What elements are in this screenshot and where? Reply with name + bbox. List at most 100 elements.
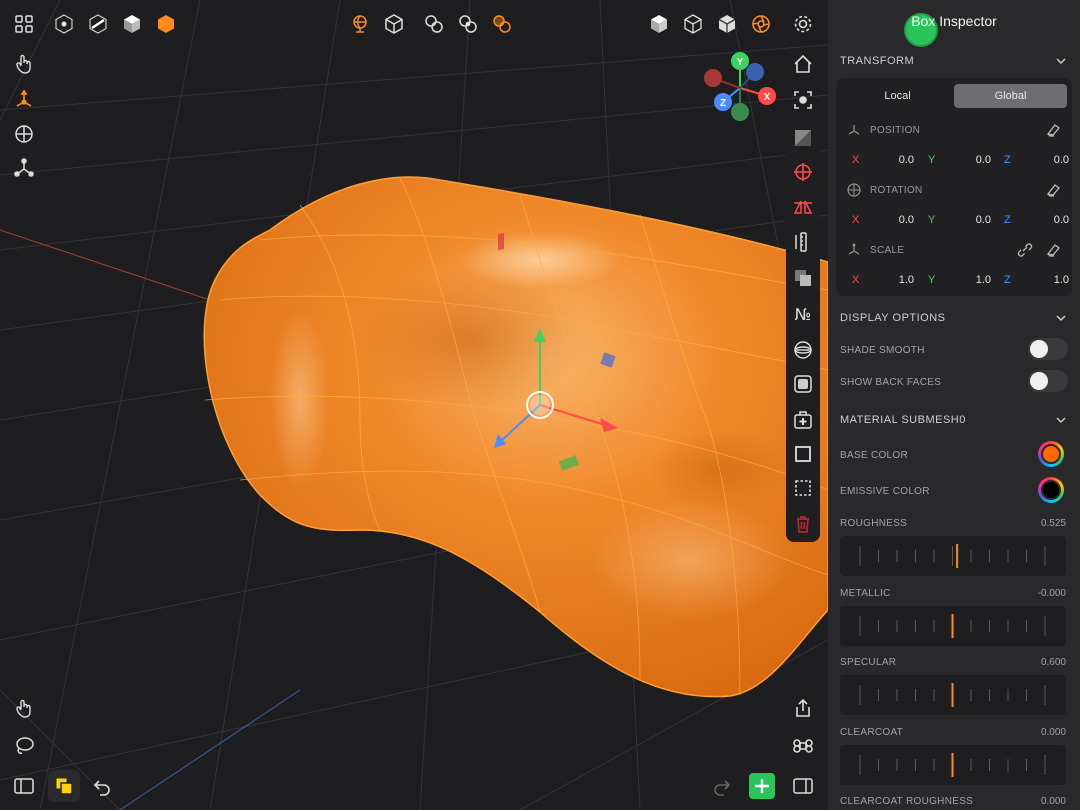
- sphere-primitive-icon[interactable]: [787, 334, 819, 366]
- scale-axes-icon: [848, 243, 860, 255]
- rotation-z-field[interactable]: 0.0: [1029, 214, 1069, 226]
- grid-menu-icon[interactable]: [8, 8, 40, 40]
- xray-icon[interactable]: [787, 122, 819, 154]
- inspector-title: Box Inspector: [911, 13, 997, 29]
- position-z-axis-label: Z: [1004, 154, 1011, 166]
- scale-x-axis-label: X: [852, 274, 860, 286]
- scale-x-field[interactable]: 1.0: [874, 274, 914, 286]
- mirror-icon[interactable]: [787, 190, 819, 222]
- move-tool-icon[interactable]: [8, 84, 40, 116]
- pivot-icon[interactable]: [418, 8, 450, 40]
- rotate-tool-icon[interactable]: [8, 118, 40, 150]
- share-export-icon[interactable]: [787, 692, 819, 724]
- gizmo-y-label: Y: [737, 57, 744, 68]
- rotation-xyz-fields: X 0.0 Y 0.0 Z 0.0: [844, 211, 1069, 229]
- gizmo-z-label: Z: [720, 98, 726, 109]
- box-primitive-icon[interactable]: [787, 438, 819, 470]
- pivot-median-icon[interactable]: [452, 8, 484, 40]
- plus-icon: [755, 779, 769, 793]
- base-color-swatch[interactable]: [1038, 441, 1064, 467]
- segment-global[interactable]: Global: [954, 84, 1067, 108]
- object-mode-icon[interactable]: [150, 8, 182, 40]
- settings-gear-icon[interactable]: [787, 8, 819, 40]
- position-xyz-fields: X 0.0 Y 0.0 Z 0.0: [844, 151, 1069, 169]
- smooth-shade-icon[interactable]: [787, 368, 819, 400]
- link-scale-icon[interactable]: [1016, 242, 1034, 258]
- local-space-icon[interactable]: [378, 8, 410, 40]
- wireframe-shading-icon[interactable]: [677, 8, 709, 40]
- position-x-field[interactable]: 0.0: [874, 154, 914, 166]
- frame-selected-icon[interactable]: [787, 84, 819, 116]
- specular-ticks: [859, 683, 1046, 707]
- number-tool-glyph: №: [794, 304, 812, 324]
- delete-trash-icon[interactable]: [787, 508, 819, 540]
- roughness-value: 0.525: [1040, 518, 1066, 529]
- roughness-slider[interactable]: [840, 536, 1066, 576]
- clearcoat-ticks: [859, 753, 1046, 777]
- metallic-ticks: [859, 614, 1046, 638]
- layers-color-icon[interactable]: [48, 770, 80, 802]
- measure-icon[interactable]: [787, 226, 819, 258]
- rotation-y-field[interactable]: 0.0: [951, 214, 991, 226]
- scale-z-axis-label: Z: [1004, 274, 1011, 286]
- home-view-icon[interactable]: [787, 48, 819, 80]
- metallic-slider[interactable]: [840, 606, 1066, 646]
- rotation-label: ROTATION: [870, 185, 923, 196]
- vertex-mode-icon[interactable]: [48, 8, 80, 40]
- scale-tool-icon[interactable]: [8, 152, 40, 184]
- touch-select-icon[interactable]: [8, 692, 40, 724]
- position-y-field[interactable]: 0.0: [951, 154, 991, 166]
- segment-local[interactable]: Local: [841, 84, 954, 108]
- clearcoat-roughness-label: CLEARCOAT ROUGHNESS: [840, 796, 974, 807]
- undo-icon[interactable]: [86, 770, 118, 802]
- edge-mode-icon[interactable]: [82, 8, 114, 40]
- add-modifier-icon[interactable]: [787, 404, 819, 436]
- redo-icon[interactable]: [706, 770, 738, 802]
- rotation-x-field[interactable]: 0.0: [874, 214, 914, 226]
- world-space-icon[interactable]: [344, 8, 376, 40]
- scene-canvas[interactable]: Y X Z: [0, 0, 828, 810]
- metallic-label: METALLIC: [840, 588, 891, 599]
- solid-shading-icon[interactable]: [643, 8, 675, 40]
- emissive-color-swatch[interactable]: [1038, 477, 1064, 503]
- position-x-axis-label: X: [852, 154, 860, 166]
- clearcoat-slider[interactable]: [840, 745, 1066, 785]
- position-z-field[interactable]: 0.0: [1029, 154, 1069, 166]
- snap-target-icon[interactable]: [787, 156, 819, 188]
- command-icon[interactable]: [787, 730, 819, 762]
- add-object-button[interactable]: [749, 773, 775, 799]
- lasso-select-icon[interactable]: [8, 730, 40, 762]
- duplicate-icon[interactable]: [787, 262, 819, 294]
- shade-smooth-label: SHADE SMOOTH: [840, 345, 925, 356]
- orientation-gizmo[interactable]: Y X Z: [704, 52, 776, 121]
- render-shading-icon[interactable]: [745, 8, 777, 40]
- 3d-viewport[interactable]: Y X Z №: [0, 0, 828, 810]
- transform-section-header[interactable]: TRANSFORM: [840, 55, 914, 67]
- inspector-toggle-icon[interactable]: [787, 770, 819, 802]
- orange-mesh[interactable]: [203, 176, 828, 698]
- scale-y-field[interactable]: 1.0: [951, 274, 991, 286]
- material-shading-icon[interactable]: [711, 8, 743, 40]
- chevron-down-icon[interactable]: [1054, 54, 1068, 68]
- reset-scale-eraser-icon[interactable]: [1044, 242, 1062, 258]
- specular-slider[interactable]: [840, 675, 1066, 715]
- material-section-header[interactable]: MATERIAL SUBMESH0: [840, 414, 966, 426]
- box-select-icon[interactable]: [787, 472, 819, 504]
- scale-label: SCALE: [870, 245, 905, 256]
- reset-position-eraser-icon[interactable]: [1044, 122, 1062, 138]
- specular-label: SPECULAR: [840, 657, 897, 668]
- scale-z-field[interactable]: 1.0: [1029, 274, 1069, 286]
- chevron-down-icon[interactable]: [1054, 413, 1068, 427]
- display-options-section-header[interactable]: DISPLAY OPTIONS: [840, 312, 946, 324]
- face-mode-icon[interactable]: [116, 8, 148, 40]
- reset-rotation-eraser-icon[interactable]: [1044, 182, 1062, 198]
- chevron-down-icon[interactable]: [1054, 311, 1068, 325]
- sidebar-toggle-icon[interactable]: [8, 770, 40, 802]
- shade-smooth-toggle[interactable]: [1028, 338, 1068, 360]
- show-back-faces-toggle[interactable]: [1028, 370, 1068, 392]
- select-hand-icon[interactable]: [8, 48, 40, 80]
- pivot-active-icon[interactable]: [486, 8, 518, 40]
- space-segmented-control[interactable]: Local Global: [841, 84, 1067, 108]
- scale-y-axis-label: Y: [928, 274, 936, 286]
- number-tool-icon[interactable]: №: [787, 298, 819, 330]
